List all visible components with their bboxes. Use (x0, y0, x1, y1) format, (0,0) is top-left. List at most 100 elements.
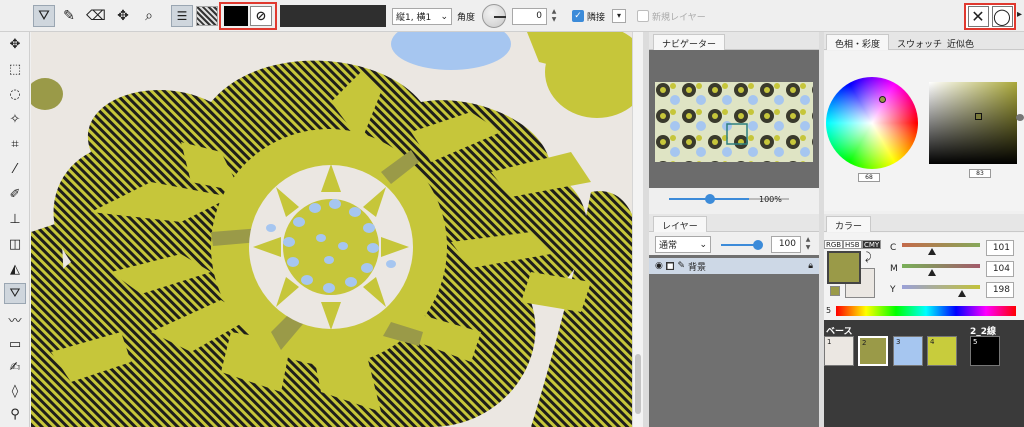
overflow-arrow-icon[interactable]: ▸ (1017, 9, 1022, 20)
swatch-3-num: 3 (896, 338, 901, 346)
angle-dial[interactable] (482, 4, 506, 28)
swatch-4[interactable]: 4 (927, 336, 957, 366)
hue-wheel[interactable] (826, 77, 918, 169)
saturation-value-box[interactable] (929, 82, 1017, 164)
value-slider-knob[interactable] (1016, 114, 1024, 121)
lasso-icon[interactable]: ◌ (4, 84, 26, 105)
opacity-spinner[interactable]: ▲ ▼ (803, 236, 813, 253)
rectangle-icon[interactable]: ▭ (4, 334, 26, 355)
channel-m-thumb[interactable] (928, 269, 936, 276)
new-layer-checkbox[interactable] (637, 10, 649, 22)
new-layer-label: 新規レイヤー (652, 13, 706, 23)
canvas-vertical-scrollbar[interactable] (632, 32, 643, 427)
pattern-fill-icon[interactable]: ⛛ (4, 283, 26, 304)
mode-rgb[interactable]: RGB (824, 240, 844, 249)
tab-layers[interactable]: レイヤー (653, 216, 707, 232)
eye-icon[interactable]: ◉ (655, 261, 663, 271)
scrollbar-thumb[interactable] (635, 354, 641, 414)
rect-select-icon[interactable]: ⬚ (4, 59, 26, 80)
zoom-tool-icon[interactable]: ⚲ (4, 404, 26, 425)
blend-mode-select[interactable]: 通常 ⌄ (655, 236, 711, 253)
layer-controls: 通常 ⌄ 100 ▲ ▼ (649, 233, 819, 255)
opacity-slider-thumb[interactable] (753, 240, 763, 250)
move-fill-icon[interactable]: ✥ (112, 5, 134, 27)
channel-m-gradient[interactable] (902, 264, 980, 268)
saturation-value: 68 (858, 173, 880, 182)
mode-hsb[interactable]: HSB (843, 240, 862, 249)
color-panel-header: 色相・彩度 スウォッチ 近似色 (824, 32, 1024, 50)
swatch-2[interactable]: 2 (858, 336, 888, 366)
channel-c-gradient[interactable] (902, 243, 980, 247)
angle-label: 角度 (457, 13, 476, 23)
channel-c-value[interactable]: 101 (986, 240, 1014, 256)
zoom-slider-thumb[interactable] (705, 194, 715, 204)
transparent-color-icon[interactable]: ⊘ (250, 6, 272, 26)
circle-ok-icon[interactable]: ◯ (991, 6, 1013, 27)
zigzag-icon[interactable]: 〰 (4, 309, 26, 330)
tab-similar-colors[interactable]: 近似色 (938, 34, 983, 50)
color-spectrum[interactable] (836, 306, 1016, 316)
layer-name: 背景 (688, 262, 707, 273)
fill-tool-icon[interactable]: ✎ (58, 5, 80, 27)
eraser-icon[interactable]: ◫ (4, 234, 26, 255)
adjacent-label: 隣接 (587, 13, 606, 23)
zoom-fill-icon[interactable]: ⌕ (138, 5, 160, 27)
swatch-5[interactable]: 5 (970, 336, 1000, 366)
mode-cmy[interactable]: CMY (862, 240, 882, 249)
magic-wand-icon[interactable]: ✧ (4, 109, 26, 130)
swap-colors-icon[interactable]: ⤸ (865, 250, 872, 264)
navigator-thumbnail[interactable] (655, 82, 813, 162)
adjacent-dropdown[interactable]: ▾ (612, 9, 626, 23)
opacity-slider-track[interactable] (721, 244, 757, 246)
channel-c-label: C (890, 243, 897, 253)
sv-marker[interactable] (975, 113, 982, 120)
layer-item-background[interactable]: ◉ ■ ✎ 背景 🔒︎ (649, 258, 819, 274)
channel-c-thumb[interactable] (928, 248, 936, 255)
tool-bar: ✥ ⬚ ◌ ✧ ⌗ ⁄ ✐ ⊥ ◫ ◭ ⛛ 〰 ▭ ✍ ◊ ⚲ (0, 32, 30, 427)
navigator-header: ナビゲーター (649, 32, 819, 50)
swatch-1[interactable]: 1 (824, 336, 854, 366)
stamp-icon[interactable]: ⊥ (4, 209, 26, 230)
stroke-select[interactable]: 縦1, 横1 ⌄ (392, 8, 452, 25)
opacity-input[interactable]: 100 (771, 236, 801, 253)
layer-type-icon: ■ (665, 262, 675, 270)
spectrum-index-label: 5 (826, 306, 832, 315)
mini-foreground-icon[interactable] (830, 286, 840, 296)
fill-color-black[interactable] (224, 6, 248, 26)
settings-sliders-icon[interactable]: ☰ (171, 5, 193, 27)
bucket-icon[interactable]: ◭ (4, 259, 26, 280)
swatch-2-num: 2 (862, 339, 867, 347)
navigator-zoom-row: 100% (649, 188, 819, 210)
fill-mode-icon[interactable]: ⛛ (33, 5, 55, 27)
eraser-fill-icon[interactable]: ⌫ (85, 5, 107, 27)
zoom-value: 100% (759, 195, 782, 204)
brush-icon[interactable]: ✐ (4, 184, 26, 205)
pattern-preview[interactable] (196, 6, 218, 26)
color-mixer-header: カラー (824, 214, 1024, 232)
lock-icon[interactable]: 🔒︎ (808, 261, 813, 271)
layers-header: レイヤー (649, 214, 819, 232)
swatch-3[interactable]: 3 (893, 336, 923, 366)
eyedropper-icon[interactable]: ⁄ (4, 159, 26, 180)
angle-input[interactable]: 0 (512, 8, 547, 25)
tab-hue-saturation[interactable]: 色相・彩度 (826, 34, 890, 50)
stroke-select-value: 縦1, 横1 (396, 13, 432, 23)
close-icon[interactable]: ✕ (967, 6, 989, 27)
crop-icon[interactable]: ⌗ (4, 134, 26, 155)
confirm-buttons: ✕ ◯ (964, 3, 1016, 30)
channel-y-value[interactable]: 198 (986, 282, 1014, 298)
channel-y-gradient[interactable] (902, 285, 980, 289)
channel-m-value[interactable]: 104 (986, 261, 1014, 277)
color-bar (280, 5, 386, 27)
shape-edit-icon[interactable]: ✍ (4, 357, 26, 378)
tab-navigator[interactable]: ナビゲーター (653, 34, 726, 50)
channel-y-thumb[interactable] (958, 290, 966, 297)
move-tool-icon[interactable]: ✥ (4, 34, 26, 55)
angle-spinner[interactable]: ▲ ▼ (549, 8, 559, 25)
navigator-preview (655, 82, 813, 162)
hue-marker[interactable] (879, 96, 886, 103)
tab-color[interactable]: カラー (826, 216, 872, 232)
drawing-canvas[interactable] (31, 32, 643, 427)
adjacent-checkbox[interactable]: ✓ (572, 10, 584, 22)
drop-icon[interactable]: ◊ (4, 381, 26, 402)
